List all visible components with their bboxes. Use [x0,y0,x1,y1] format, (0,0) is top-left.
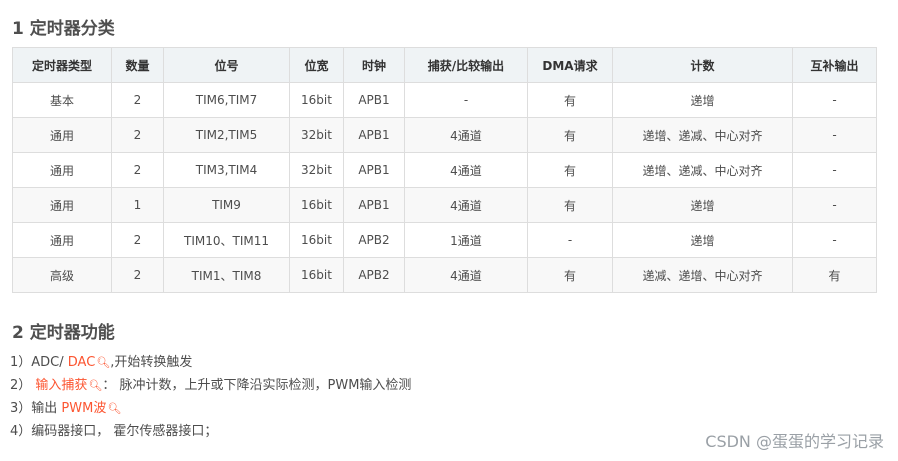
table-cell: 有 [527,152,613,188]
table-cell: - [792,82,877,118]
th-clock: 时钟 [343,47,405,83]
table-cell: 16bit [289,222,344,258]
magnifier-icon[interactable]: 🔍︎ [96,356,110,369]
th-dma: DMA请求 [527,47,613,83]
table-cell: - [527,222,613,258]
th-timer-type: 定时器类型 [12,47,112,83]
magnifier-icon[interactable]: 🔍︎ [88,379,102,392]
table-cell: 4通道 [404,187,528,223]
list-item: 4）编码器接口， 霍尔传感器接口； [10,420,411,443]
table-cell: - [792,152,877,188]
item-prefix: 4）编码器接口， 霍尔传感器接口； [10,424,218,439]
th-count: 数量 [111,47,164,83]
table-cell: 通用 [12,152,112,188]
table-cell: 4通道 [404,152,528,188]
th-width: 位宽 [289,47,344,83]
table-cell: 4通道 [404,257,528,293]
th-capture: 捕获/比较输出 [404,47,528,83]
table-cell: TIM2,TIM5 [163,117,290,153]
table-cell: 2 [111,82,164,118]
table-cell: APB2 [343,257,405,293]
list-item: 1）ADC/ DAC🔍︎,开始转换触发 [10,351,411,374]
item-suffix: ： 脉冲计数，上升或下降沿实际检测，PWM输入检测 [102,378,412,393]
table-cell: 1通道 [404,222,528,258]
section-2-title: 2 定时器功能 [12,323,115,343]
table-row: 通用 1 TIM9 16bit APB1 4通道 有 递增 - [12,187,877,223]
table-row: 通用 2 TIM10、TIM11 16bit APB2 1通道 - 递增 - [12,222,877,258]
table-cell: 16bit [289,257,344,293]
table-cell: - [792,187,877,223]
table-cell: 1 [111,187,164,223]
table-cell: 有 [792,257,877,293]
table-cell: 有 [527,187,613,223]
table-cell: 32bit [289,117,344,153]
table-cell: 有 [527,82,613,118]
table-cell: APB1 [343,82,405,118]
table-cell: TIM9 [163,187,290,223]
function-list: 1）ADC/ DAC🔍︎,开始转换触发 2） 输入捕获🔍︎： 脉冲计数，上升或下… [10,351,411,443]
table-cell: 递增、递减、中心对齐 [612,117,793,153]
table-cell: TIM10、TIM11 [163,222,290,258]
table-cell: 有 [527,257,613,293]
table-row: 高级 2 TIM1、TIM8 16bit APB2 4通道 有 递减、递增、中心… [12,257,877,293]
table-row: 通用 2 TIM2,TIM5 32bit APB1 4通道 有 递增、递减、中心… [12,117,877,153]
table-cell: 16bit [289,82,344,118]
table-cell: 有 [527,117,613,153]
table-cell: 2 [111,222,164,258]
table-cell: 递减、递增、中心对齐 [612,257,793,293]
table-cell: 通用 [12,187,112,223]
th-id: 位号 [163,47,290,83]
table-cell: 通用 [12,117,112,153]
table-cell: 递增 [612,82,793,118]
list-item: 3）输出 PWM波🔍︎ [10,397,411,420]
table-cell: - [792,117,877,153]
table-cell: APB1 [343,187,405,223]
th-complementary: 互补输出 [792,47,877,83]
item-prefix: 2） [10,378,36,393]
item-suffix: ,开始转换触发 [110,355,193,370]
table-cell: APB1 [343,117,405,153]
table-cell: - [404,82,528,118]
table-cell: 2 [111,117,164,153]
table-cell: TIM3,TIM4 [163,152,290,188]
timer-table: 定时器类型 数量 位号 位宽 时钟 捕获/比较输出 DMA请求 计数 互补输出 … [12,47,877,293]
pwm-wave-link[interactable]: PWM波 [61,401,106,416]
table-cell: 16bit [289,187,344,223]
table-cell: 递增、递减、中心对齐 [612,152,793,188]
table-row: 通用 2 TIM3,TIM4 32bit APB1 4通道 有 递增、递减、中心… [12,152,877,188]
table-cell: 通用 [12,222,112,258]
dac-link[interactable]: DAC [68,355,96,370]
table-cell: 递增 [612,187,793,223]
table-cell: 递增 [612,222,793,258]
table-cell: TIM6,TIM7 [163,82,290,118]
table-cell: APB1 [343,152,405,188]
csdn-watermark: CSDN @蛋蛋的学习记录 [705,432,884,451]
magnifier-icon[interactable]: 🔍︎ [107,402,121,415]
table-cell: 2 [111,152,164,188]
table-cell: 32bit [289,152,344,188]
list-item: 2） 输入捕获🔍︎： 脉冲计数，上升或下降沿实际检测，PWM输入检测 [10,374,411,397]
table-header-row: 定时器类型 数量 位号 位宽 时钟 捕获/比较输出 DMA请求 计数 互补输出 [12,47,877,83]
item-prefix: 1）ADC/ [10,355,68,370]
item-prefix: 3）输出 [10,401,62,416]
table-cell: 4通道 [404,117,528,153]
table-cell: 高级 [12,257,112,293]
th-counting: 计数 [612,47,793,83]
input-capture-link[interactable]: 输入捕获 [35,378,87,393]
table-cell: TIM1、TIM8 [163,257,290,293]
table-cell: APB2 [343,222,405,258]
table-row: 基本 2 TIM6,TIM7 16bit APB1 - 有 递增 - [12,82,877,118]
table-cell: - [792,222,877,258]
section-1-title: 1 定时器分类 [12,19,115,39]
table-cell: 基本 [12,82,112,118]
table-cell: 2 [111,257,164,293]
